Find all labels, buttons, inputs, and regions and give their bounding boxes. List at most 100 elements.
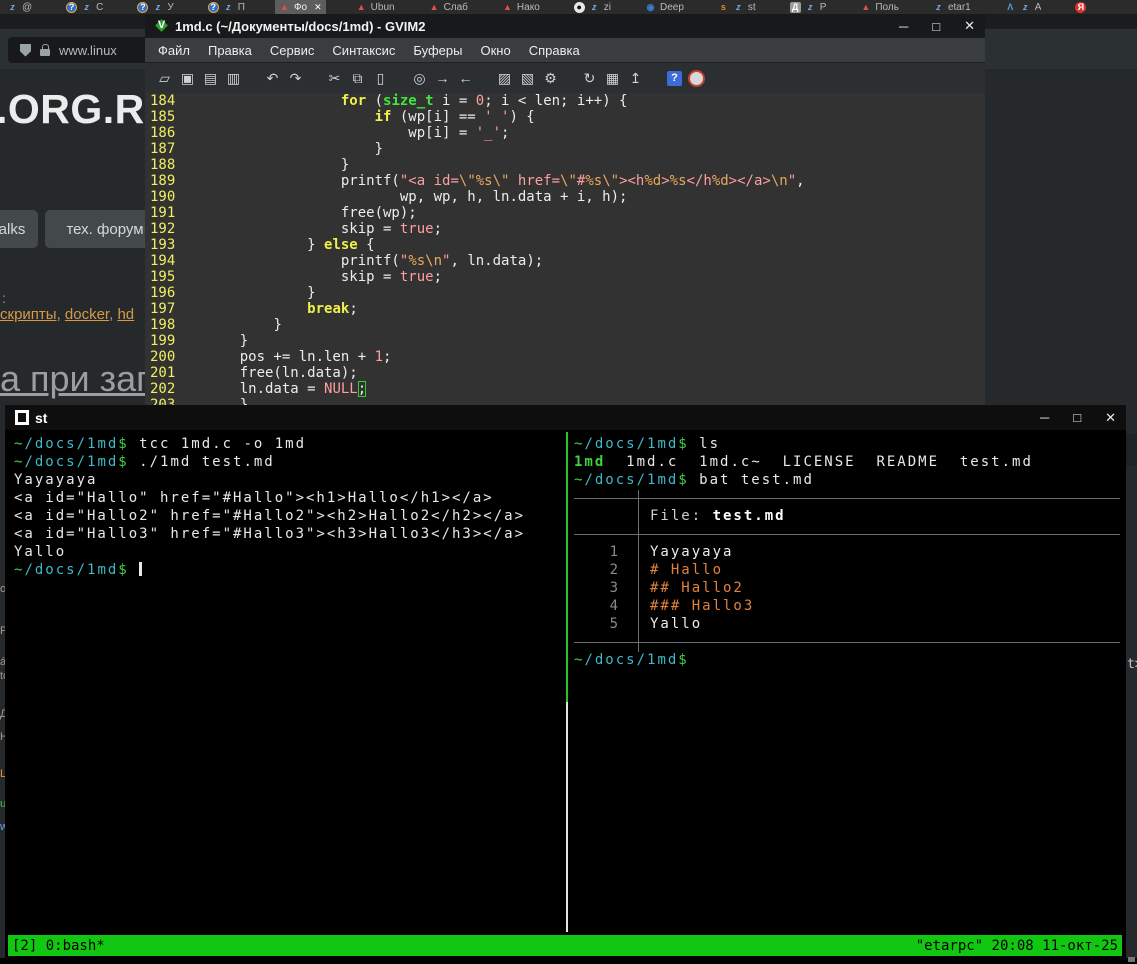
- code-line: 195 skip = true;: [145, 269, 985, 285]
- deepin-icon: ◉: [645, 2, 656, 13]
- save-icon[interactable]: ▣: [176, 70, 199, 87]
- tag-jump-icon[interactable]: ↥: [624, 70, 647, 87]
- paste-icon[interactable]: ▯: [369, 70, 392, 87]
- forum-tab-talks[interactable]: alks: [0, 210, 38, 248]
- sleep-icon: z: [1020, 2, 1031, 13]
- undo-icon[interactable]: ↶: [261, 70, 284, 87]
- close-icon[interactable]: ✕: [964, 18, 975, 34]
- sleep-icon: z: [733, 2, 744, 13]
- tmux-pane-divider[interactable]: [566, 702, 568, 932]
- taskbar-item-label: Ubun: [371, 2, 395, 13]
- code-line: 201 free(ln.data);: [145, 365, 985, 381]
- gvim-menu-item[interactable]: Буферы: [404, 43, 471, 58]
- shield-icon[interactable]: [20, 44, 31, 57]
- minimize-icon[interactable]: ─: [1040, 410, 1049, 425]
- terminal-line: ~/docs/1md$: [574, 652, 1122, 670]
- vim-icon: V: [155, 20, 168, 33]
- copy-icon[interactable]: ⧉: [346, 70, 369, 87]
- page-text-fragment: t>: [1127, 657, 1137, 672]
- taskbar-item-label: A: [1035, 2, 1042, 13]
- minimize-icon[interactable]: ─: [899, 19, 908, 34]
- taskbar-item[interactable]: z@: [3, 0, 36, 14]
- session-load-icon[interactable]: ▨: [493, 70, 516, 87]
- code-line: 186 wp[i] = '_';: [145, 125, 985, 141]
- rocket-icon: ▲: [502, 2, 513, 13]
- find-next-icon[interactable]: →: [431, 70, 454, 86]
- bat-file-name: test.md: [713, 508, 786, 524]
- taskbar-item[interactable]: ▲Слаб: [425, 0, 472, 14]
- save-all-icon[interactable]: ▤: [199, 70, 222, 87]
- terminal-titlebar[interactable]: st ─ □ ✕: [5, 405, 1126, 430]
- terminal-cursor: [139, 562, 142, 576]
- gvim-menu-item[interactable]: Окно: [472, 43, 520, 58]
- help-icon[interactable]: ○: [688, 70, 705, 87]
- taskbar-item[interactable]: szst: [714, 0, 760, 14]
- gvim-titlebar[interactable]: V 1md.c (~/Документы/docs/1md) - GVIM2 ─…: [145, 14, 985, 38]
- terminal-window-title: st: [35, 410, 1034, 426]
- link-scripts[interactable]: скрипты: [0, 306, 57, 323]
- tmux-left-pane[interactable]: ~/docs/1md$ tcc 1md.c -o 1md~/docs/1md$ …: [14, 436, 559, 580]
- link-hd[interactable]: hd: [117, 306, 134, 323]
- open-icon[interactable]: ▱: [153, 70, 176, 87]
- gvim-window-title: 1md.c (~/Документы/docs/1md) - GVIM2: [175, 19, 892, 34]
- terminal-line: ~/docs/1md$ ls: [574, 436, 1122, 454]
- bat-row: 4### Hallo3: [574, 598, 1122, 616]
- tmux-pane-divider-active[interactable]: [566, 432, 568, 702]
- taskbar-item[interactable]: ▲Поль: [856, 0, 903, 14]
- code-line: 197 break;: [145, 301, 985, 317]
- taskbar-item[interactable]: ДzP: [786, 0, 831, 14]
- print-icon[interactable]: ▥: [222, 70, 245, 87]
- close-icon[interactable]: ✕: [314, 2, 322, 13]
- taskbar-item[interactable]: ΛzA: [1001, 0, 1046, 14]
- code-line: 198 }: [145, 317, 985, 333]
- help-find-icon[interactable]: ?: [667, 71, 682, 86]
- taskbar-item-label: P: [820, 2, 827, 13]
- gvim-code-area[interactable]: 184 for (size_t i = 0; i < len; i++) {18…: [145, 93, 985, 405]
- taskbar-item[interactable]: ▲Фо✕: [275, 0, 326, 14]
- find-icon[interactable]: ◎: [408, 70, 431, 87]
- terminal-line: <a id="Hallo3" href="#Hallo3"><h3>Hallo3…: [14, 526, 559, 544]
- close-icon[interactable]: ✕: [1105, 410, 1116, 426]
- sleep-icon: z: [152, 2, 163, 13]
- lock-icon: [40, 49, 50, 56]
- gvim-menu-item[interactable]: Правка: [199, 43, 261, 58]
- maximize-icon[interactable]: □: [1073, 410, 1081, 425]
- bat-header: File: test.md: [574, 508, 1122, 526]
- taskbar-item-label: zi: [604, 2, 611, 13]
- bat-output: File: test.md1Yayayaya2# Hallo3## Hallo2…: [574, 490, 1122, 652]
- gvim-menu-item[interactable]: Сервис: [261, 43, 324, 58]
- right-pane-shell-lines: ~/docs/1md$ ls1md 1md.c 1md.c~ LICENSE R…: [574, 436, 1122, 490]
- taskbar-item[interactable]: ▲Ubun: [352, 0, 399, 14]
- bat-row: 3## Hallo2: [574, 580, 1122, 598]
- maximize-icon[interactable]: □: [932, 19, 940, 34]
- gvim-menu-item[interactable]: Справка: [520, 43, 589, 58]
- taskbar-item[interactable]: Я: [1071, 0, 1094, 14]
- topic-title-text[interactable]: а при заг: [0, 358, 149, 400]
- find-prev-icon[interactable]: ←: [454, 70, 477, 86]
- cut-icon[interactable]: ✂: [323, 70, 346, 87]
- terminal-line: <a id="Hallo2" href="#Hallo2"><h2>Hallo2…: [14, 508, 559, 526]
- taskbar-item[interactable]: ◉Deep: [641, 0, 688, 14]
- question-icon: ?: [66, 2, 77, 13]
- tmux-right-pane[interactable]: ~/docs/1md$ ls1md 1md.c 1md.c~ LICENSE R…: [574, 436, 1122, 670]
- redo-icon[interactable]: ↷: [284, 70, 307, 87]
- code-line: 202 ln.data = NULL;: [145, 381, 985, 397]
- rocket-icon: ▲: [429, 2, 440, 13]
- gvim-menu-item[interactable]: Файл: [149, 43, 199, 58]
- session-save-icon[interactable]: ▧: [516, 70, 539, 87]
- taskbar-item[interactable]: ▲Нако: [498, 0, 544, 14]
- taskbar-item[interactable]: ?zП: [204, 0, 249, 14]
- run-script-icon[interactable]: ⚙: [539, 70, 562, 87]
- link-docker[interactable]: docker: [65, 306, 109, 323]
- gvim-menu-item[interactable]: Синтаксис: [323, 43, 404, 58]
- code-line: 187 }: [145, 141, 985, 157]
- terminal-window: st ─ □ ✕ ~/docs/1md$ tcc 1md.c -o 1md~/d…: [5, 405, 1126, 958]
- taskbar-item[interactable]: zetar1: [929, 0, 975, 14]
- taskbar-item[interactable]: ?zC: [62, 0, 107, 14]
- grid-icon[interactable]: ▦: [601, 70, 624, 87]
- right-pane-prompt: ~/docs/1md$: [574, 652, 1122, 670]
- code-line: 196 }: [145, 285, 985, 301]
- taskbar-item[interactable]: ●zzi: [570, 0, 615, 14]
- taskbar-item[interactable]: ?zУ: [133, 0, 177, 14]
- make-icon[interactable]: ↻: [578, 70, 601, 87]
